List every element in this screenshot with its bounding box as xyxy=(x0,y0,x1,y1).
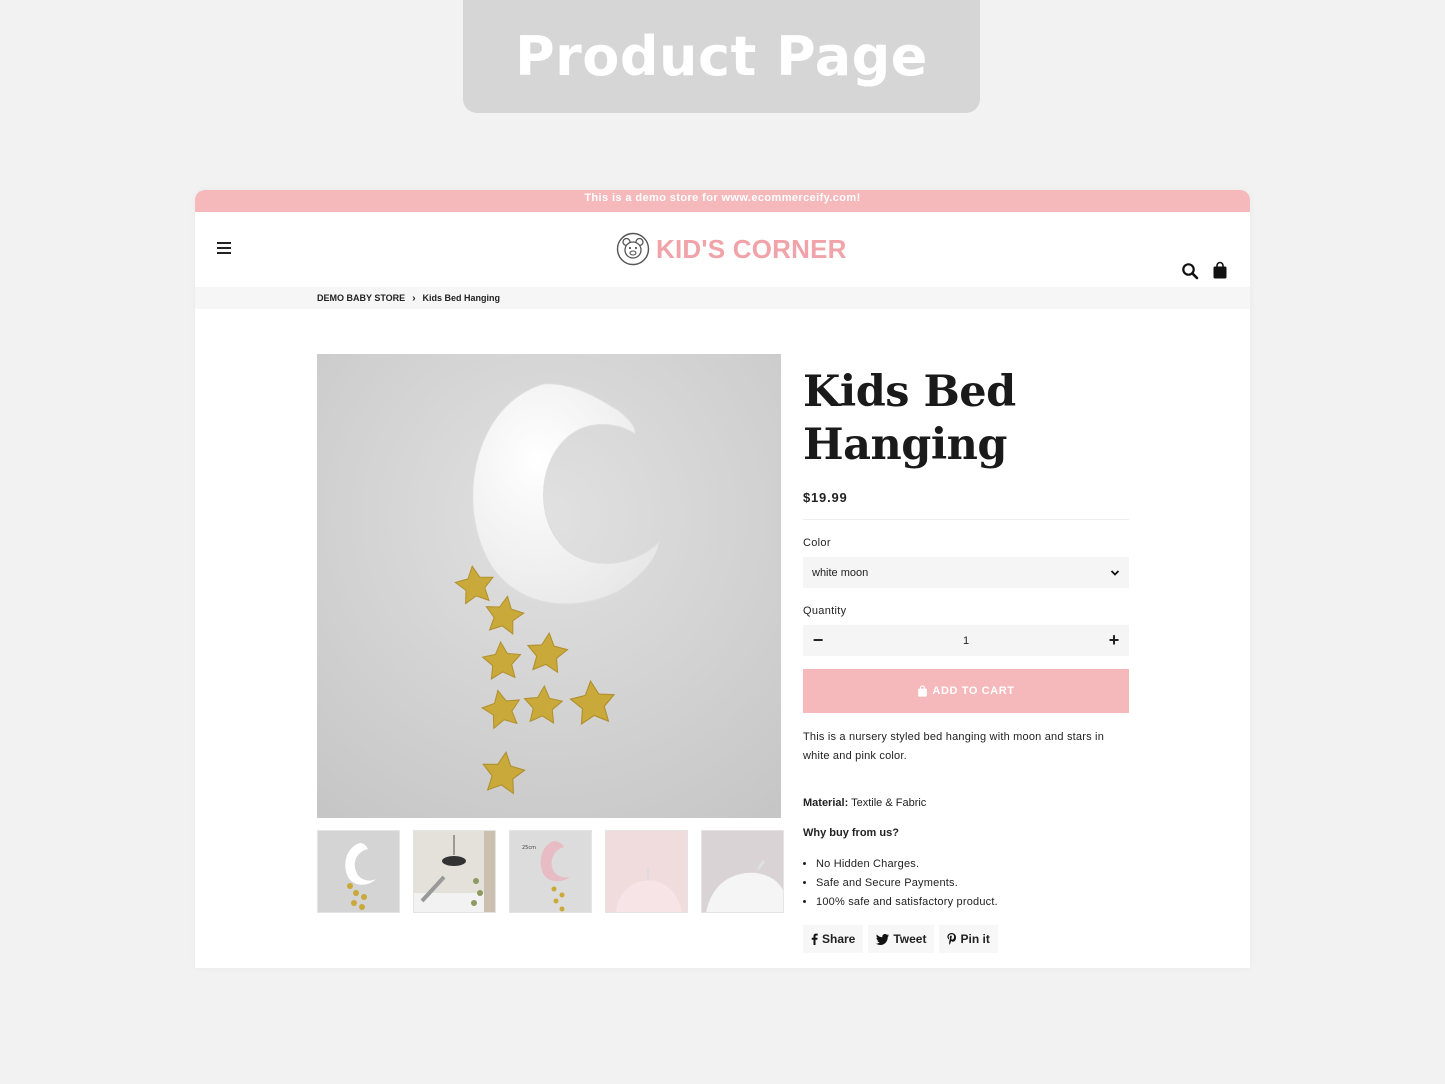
facebook-share-button[interactable]: Share xyxy=(803,925,864,953)
quantity-increase-button[interactable]: + xyxy=(1107,630,1121,651)
pinterest-icon xyxy=(947,933,957,945)
pinterest-share-button[interactable]: Pin it xyxy=(939,925,998,953)
chevron-right-icon: › xyxy=(412,292,416,304)
thumbnail-3[interactable]: 25cm xyxy=(509,830,592,913)
bear-logo-icon xyxy=(616,232,650,266)
bag-icon xyxy=(918,685,928,697)
facebook-icon xyxy=(811,933,818,945)
breadcrumb: DEMO BABY STORE › Kids Bed Hanging xyxy=(195,287,1250,309)
twitter-share-button[interactable]: Tweet xyxy=(868,925,935,953)
menu-icon[interactable] xyxy=(217,242,231,254)
list-item: Safe and Secure Payments. xyxy=(816,874,1129,893)
product-title-line-2: Hanging xyxy=(803,420,1007,470)
main-product-image[interactable] xyxy=(317,354,781,818)
quantity-decrease-button[interactable]: − xyxy=(811,630,825,651)
announcement-bar: This is a demo store for www.ecommerceif… xyxy=(195,190,1250,212)
store-frame: This is a demo store for www.ecommerceif… xyxy=(195,190,1250,968)
list-item: No Hidden Charges. xyxy=(816,855,1129,874)
thumbnail-1[interactable] xyxy=(317,830,400,913)
share-label: Share xyxy=(822,932,856,946)
thumbnail-strip: 25cm xyxy=(317,830,784,913)
thumbnail-size-label: 25cm xyxy=(522,845,536,851)
quantity-input[interactable]: 1 xyxy=(963,635,969,647)
color-select[interactable]: white moon xyxy=(803,557,1129,588)
color-select-value: white moon xyxy=(812,566,869,579)
add-to-cart-button[interactable]: ADD TO CART xyxy=(803,669,1129,713)
pin-label: Pin it xyxy=(960,932,990,946)
brand-name: KID'S CORNER xyxy=(656,233,847,264)
thumbnail-2[interactable] xyxy=(413,830,496,913)
product-description: This is a nursery styled bed hanging wit… xyxy=(803,731,1105,762)
breadcrumb-current: Kids Bed Hanging xyxy=(422,293,501,303)
divider xyxy=(803,519,1129,520)
benefit-list: No Hidden Charges. Safe and Secure Payme… xyxy=(803,855,1129,912)
quantity-stepper: − 1 + xyxy=(803,625,1129,656)
site-header: KID'S CORNER xyxy=(195,212,1250,287)
bag-icon[interactable] xyxy=(1212,261,1228,279)
product-material: Material: Textile & Fabric xyxy=(803,797,1129,809)
material-value: Textile & Fabric xyxy=(851,797,927,809)
product-title: Kids Bed Hanging xyxy=(803,366,1129,472)
breadcrumb-home[interactable]: DEMO BABY STORE xyxy=(317,293,405,303)
share-buttons: Share Tweet Pin it xyxy=(803,925,1129,953)
list-item: 100% safe and satisfactory product. xyxy=(816,893,1129,912)
tweet-label: Tweet xyxy=(893,932,927,946)
why-buy-heading: Why buy from us? xyxy=(803,827,899,839)
product-title-line-1: Kids Bed xyxy=(803,367,1016,417)
thumbnail-5[interactable] xyxy=(701,830,784,913)
hero-title-tab: Product Page xyxy=(463,0,980,113)
site-logo[interactable]: KID'S CORNER xyxy=(616,232,847,266)
product-info: Kids Bed Hanging $19.99 Color white moon… xyxy=(803,366,1129,953)
product-price: $19.99 xyxy=(803,490,848,505)
twitter-icon xyxy=(876,933,890,945)
quantity-label: Quantity xyxy=(803,605,847,617)
thumbnail-4[interactable] xyxy=(605,830,688,913)
hero-title: Product Page xyxy=(515,25,928,88)
add-to-cart-label: ADD TO CART xyxy=(932,685,1015,697)
chevron-down-icon xyxy=(1110,569,1120,576)
material-label: Material: xyxy=(803,797,849,809)
color-label: Color xyxy=(803,537,831,549)
search-icon[interactable] xyxy=(1181,262,1199,280)
